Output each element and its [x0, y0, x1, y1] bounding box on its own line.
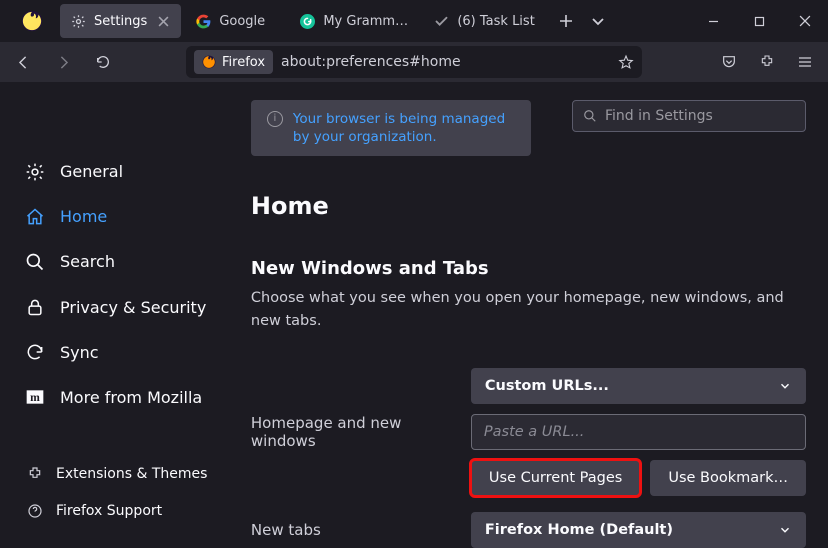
- sidebar-item-extensions[interactable]: Extensions & Themes: [10, 461, 227, 487]
- new-tab-button[interactable]: [559, 14, 573, 28]
- search-icon: [24, 251, 46, 273]
- sync-icon: [24, 341, 46, 363]
- window-close-button[interactable]: [782, 0, 828, 42]
- mozilla-icon: m: [24, 386, 46, 408]
- url-bar[interactable]: Firefox about:preferences#home: [186, 46, 642, 78]
- list-tabs-button[interactable]: [591, 14, 605, 28]
- sidebar-item-home[interactable]: Home: [10, 199, 227, 234]
- info-icon: i: [267, 111, 283, 127]
- url-text: about:preferences#home: [281, 54, 461, 70]
- homepage-label: Homepage and new windows: [251, 414, 459, 450]
- site-identity[interactable]: Firefox: [194, 50, 273, 74]
- use-current-pages-button[interactable]: Use Current Pages: [471, 460, 640, 496]
- page-title: Home: [251, 192, 806, 220]
- homepage-url-input[interactable]: Paste a URL...: [471, 414, 806, 450]
- tab-label: My Grammarly: [323, 14, 409, 29]
- window-maximize-button[interactable]: [736, 0, 782, 42]
- help-icon: [26, 502, 44, 520]
- tab-label: (6) Task List: [457, 14, 534, 29]
- sidebar-item-privacy[interactable]: Privacy & Security: [10, 289, 227, 324]
- check-favicon-icon: [433, 13, 449, 29]
- gear-icon: [70, 13, 86, 29]
- lock-icon: [24, 296, 46, 318]
- pocket-button[interactable]: [712, 46, 746, 78]
- chevron-down-icon: [778, 379, 792, 393]
- tab-grammarly[interactable]: My Grammarly: [289, 4, 419, 38]
- sidebar-item-general[interactable]: General: [10, 154, 227, 189]
- bookmark-star-icon[interactable]: [618, 54, 634, 70]
- extensions-button[interactable]: [750, 46, 784, 78]
- tab-settings[interactable]: Settings: [60, 4, 181, 38]
- sidebar-item-more-mozilla[interactable]: m More from Mozilla: [10, 380, 227, 415]
- google-favicon-icon: [195, 13, 211, 29]
- settings-sidebar: General Home Search Privacy & Security S…: [0, 82, 237, 534]
- newtabs-mode-select[interactable]: Firefox Home (Default): [471, 512, 806, 548]
- app-menu-button[interactable]: [788, 46, 822, 78]
- forward-button[interactable]: [46, 46, 80, 78]
- use-bookmark-button[interactable]: Use Bookmark…: [650, 460, 806, 496]
- sidebar-item-sync[interactable]: Sync: [10, 335, 227, 370]
- window-minimize-button[interactable]: [690, 0, 736, 42]
- reload-button[interactable]: [86, 46, 120, 78]
- homepage-mode-select[interactable]: Custom URLs...: [471, 368, 806, 404]
- managed-notice: i Your browser is being managed by your …: [251, 100, 531, 156]
- identity-label: Firefox: [222, 55, 265, 70]
- newtabs-label: New tabs: [251, 521, 459, 539]
- settings-search-input[interactable]: Find in Settings: [572, 100, 806, 132]
- sidebar-item-search[interactable]: Search: [10, 244, 227, 279]
- home-icon: [24, 206, 46, 228]
- tab-label: Google: [219, 14, 275, 29]
- firefox-logo-icon: [18, 7, 46, 35]
- section-heading: New Windows and Tabs: [251, 258, 806, 279]
- section-description: Choose what you see when you open your h…: [251, 287, 791, 332]
- gear-icon: [24, 161, 46, 183]
- tab-label: Settings: [94, 14, 147, 29]
- search-icon: [583, 109, 597, 123]
- svg-text:m: m: [30, 392, 40, 405]
- sidebar-item-support[interactable]: Firefox Support: [10, 498, 227, 524]
- tab-tasklist[interactable]: (6) Task List: [423, 4, 544, 38]
- chevron-down-icon: [778, 523, 792, 537]
- tab-google[interactable]: Google: [185, 4, 285, 38]
- grammarly-favicon-icon: [299, 13, 315, 29]
- puzzle-icon: [26, 465, 44, 483]
- close-icon[interactable]: [155, 13, 171, 29]
- back-button[interactable]: [6, 46, 40, 78]
